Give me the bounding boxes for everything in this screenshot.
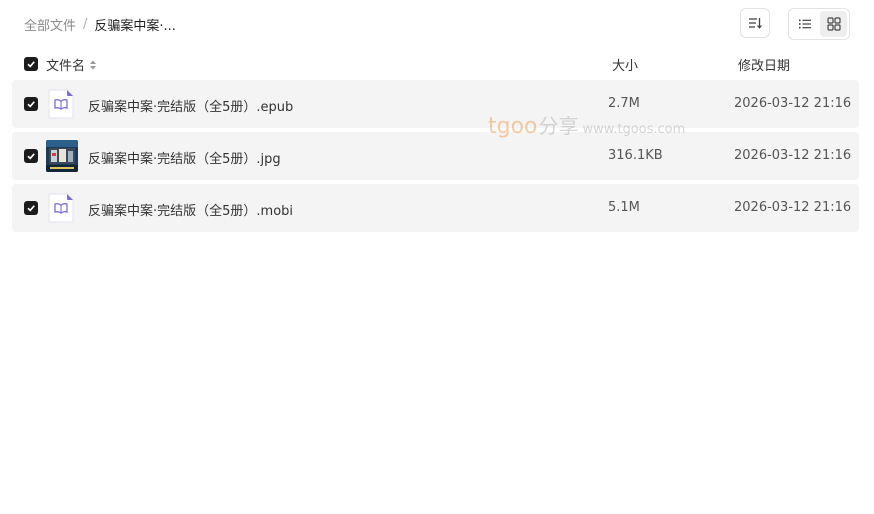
- image-thumbnail: [46, 140, 78, 172]
- file-row[interactable]: 反骗案中案·完结版（全5册）.epub 2.7M 2026-03-12 21:1…: [12, 80, 859, 128]
- ebook-file-icon: [48, 89, 74, 119]
- select-all-checkbox[interactable]: [24, 57, 38, 71]
- breadcrumb: 全部文件 / 反骗案中案·...: [24, 14, 176, 34]
- check-icon: [27, 153, 35, 160]
- file-row[interactable]: 反骗案中案·完结版（全5册）.jpg 316.1KB 2026-03-12 21…: [12, 132, 859, 180]
- breadcrumb-root[interactable]: 全部文件: [24, 15, 76, 34]
- check-icon: [27, 61, 35, 68]
- file-size: 316.1KB: [608, 148, 663, 163]
- breadcrumb-separator: /: [83, 16, 88, 32]
- view-toggle: [788, 8, 850, 40]
- sort-toggle-icon: [90, 60, 97, 69]
- check-icon: [27, 205, 35, 212]
- column-header-name-label: 文件名: [46, 59, 86, 74]
- grid-view-icon: [826, 17, 841, 31]
- row-checkbox[interactable]: [24, 149, 38, 163]
- column-header-size[interactable]: 大小: [612, 55, 638, 74]
- list-view-button[interactable]: [791, 11, 818, 37]
- row-checkbox[interactable]: [24, 97, 38, 111]
- file-name[interactable]: 反骗案中案·完结版（全5册）.jpg: [88, 148, 281, 167]
- row-checkbox[interactable]: [24, 201, 38, 215]
- file-list-header: 文件名 大小 修改日期: [24, 54, 850, 74]
- file-modified-date: 2026-03-12 21:16: [734, 200, 852, 215]
- file-modified-date: 2026-03-12 21:16: [734, 148, 852, 163]
- file-name[interactable]: 反骗案中案·完结版（全5册）.mobi: [88, 200, 293, 219]
- book-cover-icon: [46, 140, 78, 172]
- sort-button[interactable]: [740, 8, 770, 38]
- breadcrumb-current: 反骗案中案·...: [94, 18, 176, 34]
- ebook-file-icon: [48, 193, 74, 223]
- sort-icon: [749, 18, 762, 29]
- check-icon: [27, 101, 35, 108]
- list-view-icon: [798, 19, 811, 29]
- file-size: 2.7M: [608, 96, 640, 111]
- column-header-date[interactable]: 修改日期: [738, 55, 790, 74]
- file-name[interactable]: 反骗案中案·完结版（全5册）.epub: [88, 96, 293, 115]
- file-size: 5.1M: [608, 200, 640, 215]
- file-list: 反骗案中案·完结版（全5册）.epub 2.7M 2026-03-12 21:1…: [12, 80, 859, 236]
- file-modified-date: 2026-03-12 21:16: [734, 96, 852, 111]
- file-browser: 全部文件 / 反骗案中案·... 文件名 大小 修改日期 反骗案中案·完结版（全…: [0, 0, 874, 514]
- file-row[interactable]: 反骗案中案·完结版（全5册）.mobi 5.1M 2026-03-12 21:1…: [12, 184, 859, 232]
- column-header-name[interactable]: 文件名: [46, 55, 97, 74]
- grid-view-button[interactable]: [820, 11, 847, 37]
